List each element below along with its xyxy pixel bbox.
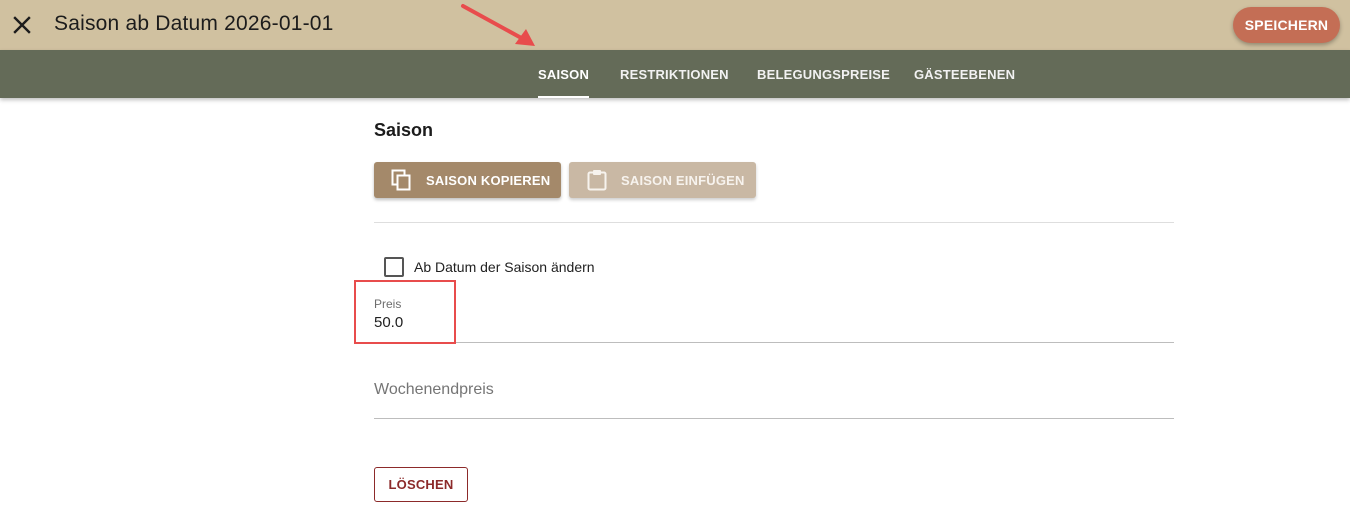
- paste-season-label: SAISON EINFÜGEN: [621, 172, 745, 188]
- tab-gaesteebenen[interactable]: GÄSTEEBENEN: [914, 50, 1015, 98]
- tab-bar: SAISON RESTRIKTIONEN BELEGUNGSPREISE GÄS…: [0, 50, 1350, 98]
- close-icon: [13, 16, 31, 34]
- annotation-highlight-box: [354, 280, 456, 344]
- weekend-price-field[interactable]: [374, 372, 1174, 418]
- change-date-checkbox[interactable]: [384, 257, 404, 277]
- page-title: Saison ab Datum 2026-01-01: [54, 12, 334, 35]
- price-underline: [374, 342, 1174, 343]
- price-field[interactable]: [374, 290, 1174, 342]
- copy-icon: [391, 169, 411, 191]
- tab-saison[interactable]: SAISON: [538, 50, 590, 98]
- tab-restriktionen[interactable]: RESTRIKTIONEN: [620, 50, 729, 98]
- weekend-price-placeholder: Wochenendpreis: [374, 381, 494, 398]
- clipboard-icon: [587, 170, 607, 191]
- divider: [374, 222, 1174, 223]
- tab-belegungspreise[interactable]: BELEGUNGSPREISE: [757, 50, 890, 98]
- delete-button[interactable]: LÖSCHEN: [374, 467, 468, 502]
- annotation-arrow-icon: [461, 4, 535, 46]
- copy-season-button[interactable]: SAISON KOPIEREN: [374, 162, 561, 198]
- weekend-price-underline: [374, 418, 1174, 419]
- app-header: Saison ab Datum 2026-01-01 SPEICHERN: [0, 0, 1350, 50]
- paste-season-button[interactable]: SAISON EINFÜGEN: [569, 162, 756, 198]
- section-title: Saison: [374, 120, 434, 140]
- copy-season-label: SAISON KOPIEREN: [426, 172, 551, 188]
- close-button[interactable]: [8, 11, 36, 39]
- change-date-checkbox-label: Ab Datum der Saison ändern: [414, 259, 595, 275]
- save-button[interactable]: SPEICHERN: [1233, 7, 1340, 43]
